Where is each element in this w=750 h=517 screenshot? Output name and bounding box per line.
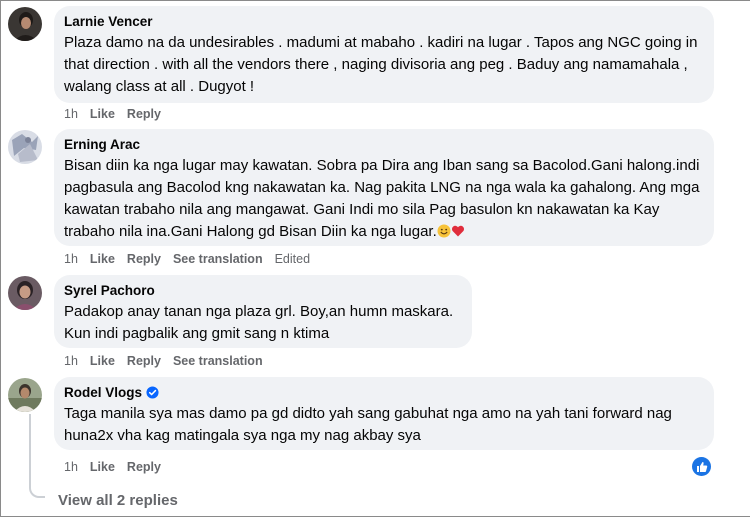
comment-actions: 1h Like Reply [64, 460, 173, 474]
comment-bubble: Erning Arac Bisan diin ka nga lugar may … [54, 129, 714, 246]
frame-border-left [0, 0, 1, 517]
frame-border-top [0, 0, 750, 1]
like-button[interactable]: Like [90, 107, 115, 121]
comment-time[interactable]: 1h [64, 354, 78, 368]
red-heart-emoji [451, 225, 464, 237]
reply-thread-line [29, 414, 31, 478]
reply-button[interactable]: Reply [127, 460, 161, 474]
reply-button[interactable]: Reply [127, 107, 161, 121]
see-translation-button[interactable]: See translation [173, 354, 263, 368]
comment-text: Bisan diin ka nga lugar may kawatan. Sob… [64, 157, 700, 240]
avatar[interactable] [8, 130, 42, 164]
view-replies-button[interactable]: View all 2 replies [58, 492, 178, 509]
like-reaction-icon[interactable] [692, 457, 711, 476]
comment-actions: 1h Like Reply [64, 107, 173, 121]
verified-badge-icon [146, 386, 159, 399]
avatar[interactable] [8, 7, 42, 41]
avatar[interactable] [8, 378, 42, 412]
like-button[interactable]: Like [90, 354, 115, 368]
comment-actions: 1h Like Reply See translation [64, 354, 275, 368]
like-button[interactable]: Like [90, 460, 115, 474]
comment-bubble: Syrel Pachoro Padakop anay tanan nga pla… [54, 275, 472, 348]
reply-button[interactable]: Reply [127, 252, 161, 266]
comment-author[interactable]: Erning Arac [64, 136, 704, 153]
comment-time[interactable]: 1h [64, 107, 78, 121]
see-translation-button[interactable]: See translation [173, 252, 263, 266]
edited-label[interactable]: Edited [275, 252, 310, 266]
comment-author[interactable]: Rodel Vlogs [64, 384, 704, 401]
reply-button[interactable]: Reply [127, 354, 161, 368]
comment-text: Plaza damo na da undesirables . madumi a… [64, 34, 698, 95]
comment-bubble: Rodel Vlogs Taga manila sya mas damo pa … [54, 377, 714, 450]
comment-author[interactable]: Syrel Pachoro [64, 282, 462, 299]
comment-bubble: Larnie Vencer Plaza damo na da undesirab… [54, 6, 714, 103]
reply-thread-elbow [29, 478, 45, 498]
comment-text: Padakop anay tanan nga plaza grl. Boy,an… [64, 303, 454, 342]
comment-actions: 1h Like Reply See translation Edited [64, 252, 322, 266]
comment-time[interactable]: 1h [64, 460, 78, 474]
grinning-face-emoji [437, 224, 451, 238]
like-button[interactable]: Like [90, 252, 115, 266]
comment-time[interactable]: 1h [64, 252, 78, 266]
avatar[interactable] [8, 276, 42, 310]
comment-author[interactable]: Larnie Vencer [64, 13, 704, 30]
comment-text: Taga manila sya mas damo pa gd didto yah… [64, 405, 672, 444]
